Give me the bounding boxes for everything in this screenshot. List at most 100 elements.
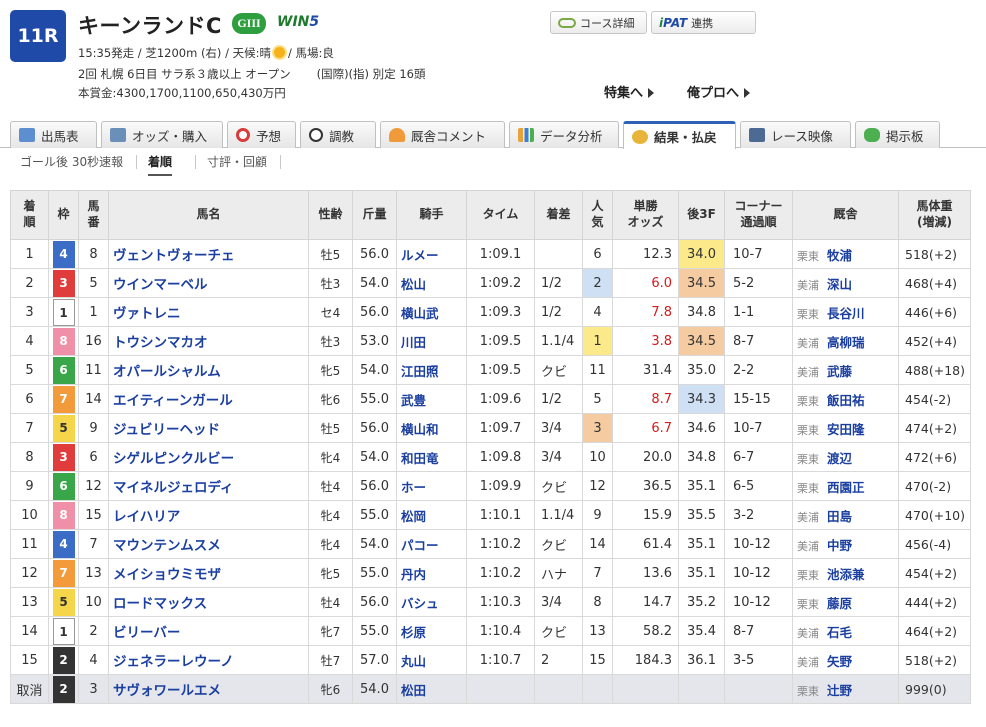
subtab-finish-order[interactable]: 着順 [148, 153, 173, 176]
cell-umaban: 16 [78, 326, 109, 356]
jockey-link[interactable]: 松山 [401, 277, 426, 292]
col-rank[interactable]: 着順 [10, 190, 49, 240]
tab-stable-comment[interactable]: 厩舎コメント [380, 121, 505, 148]
cell-time: 1:10.4 [466, 616, 535, 646]
cell-margin: 2 [534, 645, 583, 675]
horse-name-link[interactable]: マウンテンムスメ [113, 538, 221, 554]
jockey-link[interactable]: 和田竜 [401, 451, 439, 466]
horse-name-link[interactable]: ジェネラーレウーノ [113, 654, 234, 670]
jockey-link[interactable]: 武豊 [401, 393, 426, 408]
horse-name-link[interactable]: シゲルピンクルビー [113, 451, 234, 467]
trainer-link[interactable]: 安田隆 [827, 422, 865, 437]
trainer-link[interactable]: 石毛 [827, 625, 852, 640]
cell-sex-age: セ4 [308, 297, 353, 327]
cell-margin: 1/2 [534, 268, 583, 298]
tab-results[interactable]: 結果・払戻 [623, 121, 736, 149]
horse-name-link[interactable]: ウインマーベル [113, 277, 208, 293]
col-waku[interactable]: 枠 [48, 190, 79, 240]
trainer-link[interactable]: 飯田祐 [827, 393, 865, 408]
trainer-link[interactable]: 牧浦 [827, 248, 852, 263]
jockey-link[interactable]: 横山和 [401, 422, 439, 437]
jockey-link[interactable]: バシュ [401, 596, 439, 611]
trainer-region: 美浦 [797, 626, 819, 640]
trainer-link[interactable]: 渡辺 [827, 451, 852, 466]
tab-data-analysis[interactable]: データ分析 [509, 121, 619, 148]
col-trainer[interactable]: 厩舎 [792, 190, 899, 240]
trainer-link[interactable]: 中野 [827, 538, 852, 553]
horse-name-link[interactable]: サヴォワールエメ [113, 683, 221, 699]
cell-time: 1:09.5 [466, 355, 535, 385]
trainer-link[interactable]: 深山 [827, 277, 852, 292]
jockey-link[interactable]: 川田 [401, 335, 426, 350]
feature-link[interactable]: 特集へ [604, 82, 655, 101]
jockey-link[interactable]: 横山武 [401, 306, 439, 321]
horse-name-link[interactable]: マイネルジェロディ [113, 480, 234, 496]
col-time[interactable]: タイム [466, 190, 535, 240]
jockey-link[interactable]: 丸山 [401, 654, 426, 669]
trainer-link[interactable]: 矢野 [827, 654, 852, 669]
tab-bulletin-board[interactable]: 掲示板 [855, 121, 940, 148]
trainer-link[interactable]: 武藤 [827, 364, 852, 379]
course-detail-button[interactable]: コース詳細 [550, 11, 647, 34]
tab-training[interactable]: 調教 [300, 121, 376, 148]
win5-logo[interactable]: WIN5 [277, 14, 319, 30]
race-name: キーンランドC [78, 14, 222, 38]
col-win-odds[interactable]: 単勝 オッズ [612, 190, 679, 240]
trainer-region: 美浦 [797, 539, 819, 553]
col-horse[interactable]: 馬名 [108, 190, 309, 240]
jockey-link[interactable]: ルメー [401, 248, 439, 263]
horse-name-link[interactable]: レイハリア [113, 509, 180, 525]
col-margin[interactable]: 着差 [534, 190, 583, 240]
trainer-link[interactable]: 藤原 [827, 596, 852, 611]
subtab-review[interactable]: 寸評・回顧 [207, 153, 267, 170]
cell-time: 1:09.5 [466, 326, 535, 356]
tab-odds[interactable]: オッズ・購入 [101, 121, 223, 148]
trainer-link[interactable]: 池添兼 [827, 567, 865, 582]
trainer-link[interactable]: 長谷川 [827, 306, 865, 321]
horse-name-link[interactable]: ヴェントヴォーチェ [113, 248, 235, 264]
col-corner[interactable]: コーナー 通過順 [724, 190, 793, 240]
jockey-link[interactable]: 丹内 [401, 567, 426, 582]
col-popularity[interactable]: 人気 [582, 190, 613, 240]
horse-name-link[interactable]: ジュビリーヘッド [113, 422, 220, 438]
orepro-link[interactable]: 俺プロへ [687, 82, 751, 101]
horse-name-link[interactable]: トウシンマカオ [113, 335, 208, 351]
horse-name-link[interactable]: ロードマックス [113, 596, 207, 612]
trainer-link[interactable]: 辻野 [827, 683, 852, 698]
col-jockey[interactable]: 騎手 [396, 190, 467, 240]
subtab-goal-flash[interactable]: ゴール後 30秒速報 [20, 153, 123, 170]
tab-race-video[interactable]: レース映像 [740, 121, 851, 148]
cell-rank: 8 [10, 442, 49, 472]
jockey-link[interactable]: パコー [401, 538, 439, 553]
horse-name-link[interactable]: ヴァトレニ [113, 306, 181, 322]
arrow-right-icon [648, 88, 655, 98]
trainer-link[interactable]: 高柳瑞 [827, 335, 865, 350]
horse-name-link[interactable]: エイティーンガール [113, 393, 233, 409]
ipat-link-button[interactable]: iPAT 連携 [651, 11, 756, 34]
cell-horse: ジェネラーレウーノ [108, 645, 309, 675]
horse-name-link[interactable]: オパールシャルム [113, 364, 221, 380]
jockey-link[interactable]: ホー [401, 480, 426, 495]
tab-prediction[interactable]: 予想 [227, 121, 296, 148]
col-sex-age[interactable]: 性齢 [308, 190, 353, 240]
cell-umaban: 2 [78, 616, 109, 646]
col-umaban[interactable]: 馬番 [78, 190, 109, 240]
cell-win-odds: 13.6 [612, 558, 679, 588]
race-prize: 本賞金:4300,1700,1100,650,430万円 [78, 86, 286, 100]
cell-horse: レイハリア [108, 500, 309, 530]
col-last3f[interactable]: 後3F [678, 190, 725, 240]
cell-margin: ハナ [534, 558, 583, 588]
jockey-link[interactable]: 江田照 [401, 364, 439, 379]
cell-umaban: 5 [78, 268, 109, 298]
waku-badge: 2 [52, 675, 75, 703]
horse-name-link[interactable]: ビリーバー [113, 625, 180, 641]
trainer-link[interactable]: 田島 [827, 509, 852, 524]
horse-name-link[interactable]: メイショウミモザ [113, 567, 221, 583]
trainer-link[interactable]: 西園正 [827, 480, 865, 495]
jockey-link[interactable]: 松田 [401, 683, 426, 698]
jockey-link[interactable]: 松岡 [401, 509, 426, 524]
tab-entry-list[interactable]: 出馬表 [10, 121, 97, 148]
col-body-weight[interactable]: 馬体重 (増減) [898, 190, 971, 240]
col-weight[interactable]: 斤量 [352, 190, 397, 240]
jockey-link[interactable]: 杉原 [401, 625, 426, 640]
